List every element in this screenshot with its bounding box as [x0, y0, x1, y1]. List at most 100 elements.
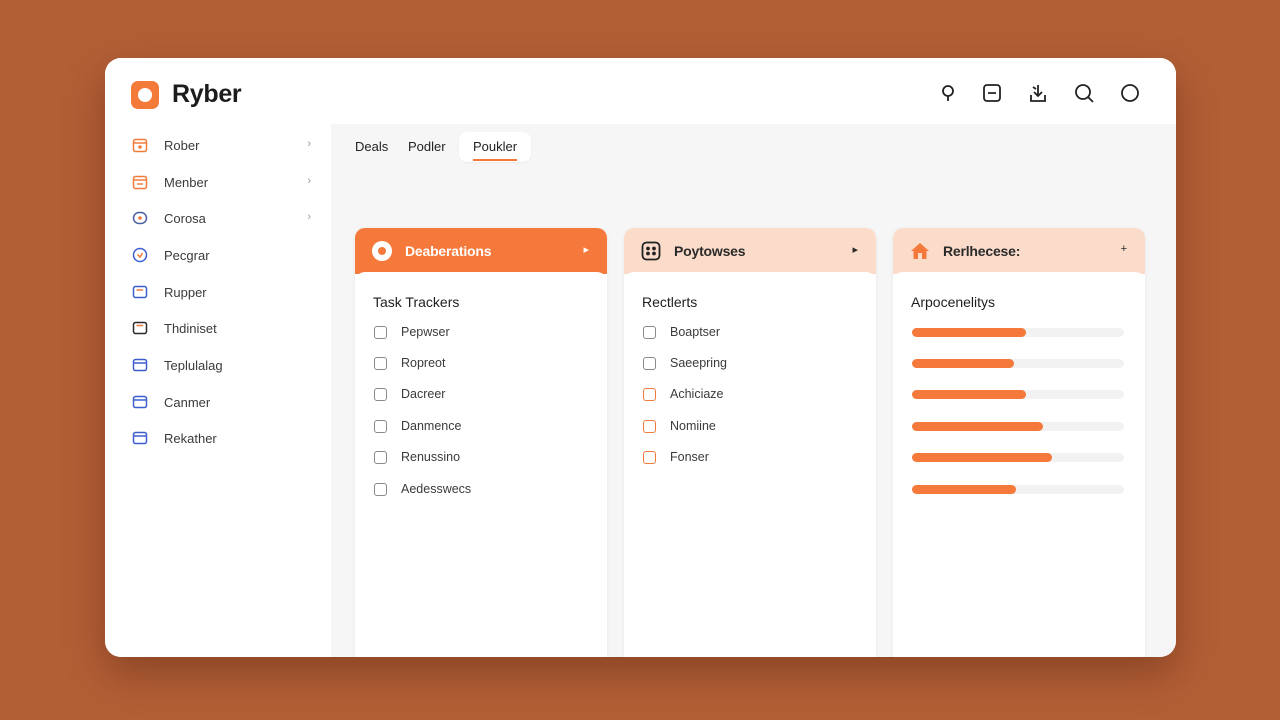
- task-checkbox[interactable]: [643, 356, 656, 370]
- search-icon[interactable]: [1073, 82, 1095, 104]
- progress-bar: [912, 328, 1124, 337]
- record-icon: [372, 241, 392, 261]
- clock-icon: [132, 247, 148, 263]
- card-title: Arpocenelitys: [911, 294, 996, 310]
- task-checkbox[interactable]: [643, 419, 656, 433]
- sidebar-item-label: Pecgrar: [164, 247, 210, 263]
- card-expand-button[interactable]: ▸: [852, 243, 858, 256]
- task-checkbox[interactable]: [374, 419, 387, 433]
- task-label: Boaptser: [670, 325, 721, 339]
- progress-bar: [912, 359, 1124, 368]
- location-pin-icon[interactable]: [937, 82, 959, 104]
- sidebar-item-canmer[interactable]: Canmer: [125, 389, 311, 415]
- task-checkbox[interactable]: [374, 356, 387, 370]
- progress-bar: [912, 485, 1124, 494]
- sidebar-item-rober[interactable]: Rober ›: [125, 132, 311, 158]
- task-item: Boaptser: [643, 324, 720, 340]
- progress-fill: [912, 453, 1052, 462]
- sidebar-item-thdiniset[interactable]: Thdiniset: [125, 315, 311, 341]
- task-checkbox[interactable]: [643, 450, 656, 464]
- task-label: Ropreot: [401, 356, 446, 370]
- pin-down-icon[interactable]: [1027, 82, 1049, 104]
- task-label: Nomiine: [670, 419, 716, 433]
- chevron-right-icon: ›: [307, 211, 311, 223]
- task-item: Achiciaze: [643, 386, 724, 402]
- sidebar-item-label: Canmer: [164, 394, 211, 410]
- window-icon: [132, 358, 148, 372]
- top-bar: Ryber: [105, 58, 1176, 124]
- card-poytowses: Poytowses ▸ Rectlerts Boaptser Saeepring…: [624, 228, 876, 657]
- sidebar-item-pecgrar[interactable]: Pecgrar: [125, 242, 311, 268]
- task-label: Danmence: [401, 419, 462, 433]
- card-header: Poytowses ▸: [624, 228, 876, 274]
- card-rerlhecese: Rerlhecese: + Arpocenelitys: [893, 228, 1145, 657]
- task-label: Renussino: [401, 450, 461, 464]
- progress-fill: [912, 359, 1014, 368]
- task-label: Saeepring: [670, 356, 727, 370]
- window-icon: [132, 285, 148, 299]
- sidebar-item-rupper[interactable]: Rupper: [125, 279, 311, 305]
- sidebar-item-label: Rober: [164, 137, 200, 153]
- card-header: Rerlhecese: +: [893, 228, 1145, 274]
- sidebar-item-label: Thdiniset: [164, 320, 217, 336]
- card-header-title: Rerlhecese:: [943, 243, 1021, 259]
- active-tab-indicator: [473, 159, 518, 161]
- sidebar-item-corosa[interactable]: Corosa ›: [125, 205, 311, 231]
- sidebar-item-rekather[interactable]: Rekather: [125, 425, 311, 451]
- task-item: Fonser: [643, 449, 709, 465]
- sidebar-item-label: Teplulalag: [164, 357, 223, 373]
- task-checkbox[interactable]: [374, 482, 387, 496]
- task-checkbox[interactable]: [374, 450, 387, 464]
- progress-bar: [912, 422, 1124, 431]
- task-item: Aedesswecs: [374, 481, 471, 497]
- card-body: Arpocenelitys: [893, 272, 1145, 657]
- window-icon: [132, 431, 148, 445]
- task-item: Renussino: [374, 449, 460, 465]
- progress-fill: [912, 328, 1027, 337]
- calendar-icon: [132, 175, 148, 190]
- sidebar-item-label: Rupper: [164, 284, 207, 300]
- app-logo[interactable]: [131, 81, 159, 109]
- progress-fill: [912, 485, 1016, 494]
- progress-bar: [912, 390, 1124, 399]
- tab-label: Poukler: [473, 139, 518, 154]
- task-item: Nomiine: [643, 418, 716, 434]
- chevron-right-icon: ›: [307, 138, 311, 150]
- card-header-title: Deaberations: [405, 243, 492, 259]
- task-item: Danmence: [374, 418, 461, 434]
- tab-poukler[interactable]: Poukler: [459, 132, 532, 162]
- circle-icon[interactable]: [1119, 82, 1141, 104]
- sidebar-item-teplulalag[interactable]: Teplulalag: [125, 352, 311, 378]
- card-header-title: Poytowses: [674, 243, 746, 259]
- pill-icon: [132, 211, 148, 225]
- app-window: Ryber Rober › Menber › Corosa › Pecgrar …: [105, 58, 1176, 657]
- card-add-button[interactable]: +: [1121, 243, 1127, 255]
- tab-podler[interactable]: Podler: [408, 132, 446, 162]
- panel-icon: [132, 321, 148, 335]
- sidebar-item-label: Menber: [164, 174, 209, 190]
- task-label: Fonser: [670, 450, 709, 464]
- sidebar-item-menber[interactable]: Menber ›: [125, 169, 311, 195]
- card-body: Task Trackers Pepwser Ropreot Dacreer Da…: [355, 272, 607, 657]
- task-label: Pepwser: [401, 325, 450, 339]
- progress-fill: [912, 422, 1044, 431]
- task-item: Dacreer: [374, 386, 445, 402]
- app-title: Ryber: [172, 80, 242, 108]
- task-label: Achiciaze: [670, 387, 724, 401]
- tab-deals[interactable]: Deals: [355, 132, 388, 162]
- sidebar-item-label: Corosa: [164, 210, 206, 226]
- card-body: Rectlerts Boaptser Saeepring Achiciaze N…: [624, 272, 876, 657]
- task-label: Dacreer: [401, 387, 446, 401]
- card-header: Deaberations ▸: [355, 228, 607, 274]
- task-checkbox[interactable]: [643, 387, 656, 401]
- task-checkbox[interactable]: [374, 387, 387, 401]
- minus-square-icon[interactable]: [981, 82, 1003, 104]
- task-item: Pepwser: [374, 324, 450, 340]
- card-deaberations: Deaberations ▸ Task Trackers Pepwser Rop…: [355, 228, 607, 657]
- task-checkbox[interactable]: [374, 325, 387, 339]
- home-icon: [911, 243, 929, 259]
- card-expand-button[interactable]: ▸: [583, 243, 589, 256]
- grid-face-icon: [641, 241, 661, 261]
- task-checkbox[interactable]: [643, 325, 656, 339]
- card-title: Rectlerts: [642, 294, 698, 310]
